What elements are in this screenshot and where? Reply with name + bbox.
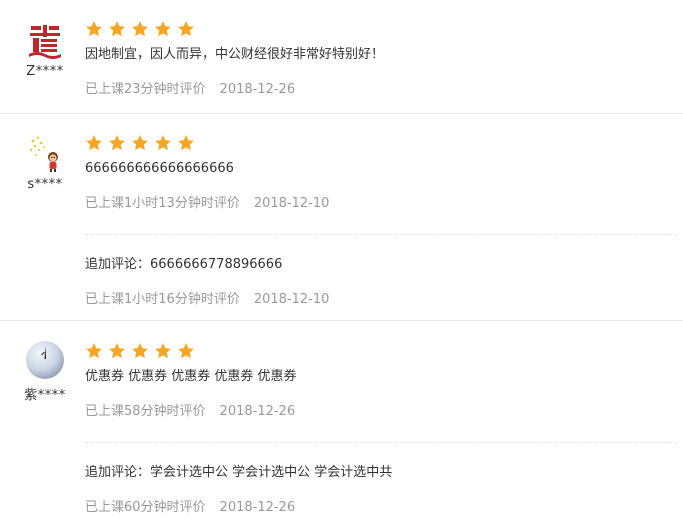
followup-text: 追加评论：6666666778896666	[85, 257, 283, 272]
reviewer: s****	[22, 133, 68, 192]
review-content: 因地制宜，因人而异，中公财经很好非常好特别好！ 已上课23分钟时评价 2018-1…	[85, 20, 677, 99]
review-item: s**** 666666666666666666 已上课1小时13分钟时评价 20…	[0, 113, 683, 320]
star-icon	[85, 20, 103, 38]
star-icon	[85, 342, 103, 360]
review-meta: 已上课58分钟时评价 2018-12-26	[85, 403, 677, 421]
review-duration: 已上课23分钟时评价	[85, 82, 206, 97]
followup-duration: 已上课1小时16分钟时评价	[85, 292, 240, 307]
followup-separator	[85, 442, 677, 443]
star-icon	[131, 342, 149, 360]
review-date: 2018-12-26	[219, 404, 296, 419]
star-icon	[85, 134, 103, 152]
review-meta: 已上课1小时13分钟时评价 2018-12-10	[85, 195, 677, 213]
star-icon	[177, 342, 195, 360]
review-content: 666666666666666666 已上课1小时13分钟时评价 2018-12-…	[85, 134, 677, 309]
review-list: Z**** 因地制宜，因人而异，中公财经很好非常好特别好！ 已上课23分钟时评价…	[0, 0, 683, 519]
review-date: 2018-12-10	[253, 196, 330, 211]
star-icon	[154, 20, 172, 38]
review-item: 紫**** 优惠券 优惠券 优惠券 优惠券 优惠券 已上课58分钟时评价 2018…	[0, 320, 683, 519]
review-item: Z**** 因地制宜，因人而异，中公财经很好非常好特别好！ 已上课23分钟时评价…	[0, 0, 683, 113]
username: s****	[27, 177, 63, 192]
star-icon	[177, 134, 195, 152]
review-meta: 已上课23分钟时评价 2018-12-26	[85, 81, 677, 99]
moon-avatar-icon[interactable]	[25, 340, 65, 380]
username: 紫****	[24, 388, 66, 403]
followup-duration: 已上课60分钟时评价	[85, 500, 206, 515]
star-icon	[154, 134, 172, 152]
star-icon	[131, 134, 149, 152]
star-rating	[85, 342, 677, 360]
star-rating	[85, 20, 677, 38]
review-duration: 已上课58分钟时评价	[85, 404, 206, 419]
followup-meta: 已上课1小时16分钟时评价 2018-12-10	[85, 291, 677, 309]
followup-text: 追加评论：学会计选中公 学会计选中公 学会计选中共	[85, 465, 393, 480]
review-duration: 已上课1小时13分钟时评价	[85, 196, 240, 211]
review-text: 666666666666666666	[85, 161, 234, 176]
star-icon	[154, 342, 172, 360]
star-icon	[108, 134, 126, 152]
followup-meta: 已上课60分钟时评价 2018-12-26	[85, 499, 677, 517]
red-seal-logo-icon[interactable]	[25, 20, 65, 60]
review-text: 因地制宜，因人而异，中公财经很好非常好特别好！	[85, 47, 385, 62]
review-text: 优惠券 优惠券 优惠券 优惠券 优惠券	[85, 369, 297, 384]
cartoon-character-icon[interactable]	[25, 133, 65, 173]
followup-date: 2018-12-10	[253, 292, 330, 307]
star-icon	[108, 20, 126, 38]
review-date: 2018-12-26	[219, 82, 296, 97]
star-rating	[85, 134, 677, 152]
star-icon	[131, 20, 149, 38]
followup-date: 2018-12-26	[219, 500, 296, 515]
reviewer: Z****	[22, 20, 68, 79]
reviewer: 紫****	[22, 340, 68, 403]
star-icon	[108, 342, 126, 360]
followup-separator	[85, 234, 677, 235]
username: Z****	[26, 64, 64, 79]
review-content: 优惠券 优惠券 优惠券 优惠券 优惠券 已上课58分钟时评价 2018-12-26…	[85, 342, 677, 517]
star-icon	[177, 20, 195, 38]
